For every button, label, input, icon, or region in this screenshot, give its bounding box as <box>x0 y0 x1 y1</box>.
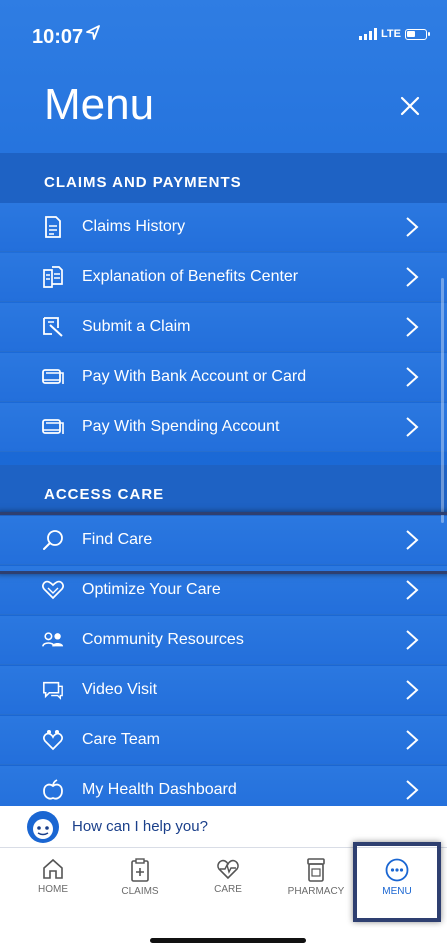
menu-item-eob-center[interactable]: Explanation of Benefits Center <box>0 253 447 302</box>
menu-item-label: Pay With Bank Account or Card <box>82 368 307 385</box>
chat-icon <box>42 679 64 701</box>
menu-item-claims-history[interactable]: Claims History <box>0 203 447 252</box>
location-arrow-icon <box>86 25 100 40</box>
people-icon <box>42 629 64 651</box>
tab-claims[interactable]: CLAIMS <box>100 858 180 897</box>
card-icon <box>42 416 64 438</box>
chevron-right-icon <box>406 317 419 337</box>
heart-icon <box>42 579 64 601</box>
documents-icon <box>42 266 64 288</box>
menu-item-pay-bank-card[interactable]: Pay With Bank Account or Card <box>0 353 447 402</box>
menu-item-video-visit[interactable]: Video Visit <box>0 666 447 715</box>
status-indicators: LTE <box>359 28 430 40</box>
tab-pharmacy[interactable]: PHARMACY <box>276 858 356 897</box>
battery-icon <box>405 28 430 40</box>
menu-item-label: Video Visit <box>82 681 158 698</box>
menu-item-label: Optimize Your Care <box>82 581 221 598</box>
menu-item-submit-claim[interactable]: Submit a Claim <box>0 303 447 352</box>
status-time: 10:07 <box>32 26 84 48</box>
chat-prompt: How can I help you? <box>72 818 208 835</box>
menu-item-health-dashboard[interactable]: My Health Dashboard <box>0 766 447 806</box>
chevron-right-icon <box>406 417 419 437</box>
tab-care[interactable]: CARE <box>188 858 268 895</box>
chevron-right-icon <box>406 780 419 800</box>
chevron-right-icon <box>406 217 419 237</box>
menu-item-care-team[interactable]: Care Team <box>0 716 447 765</box>
chevron-right-icon <box>406 367 419 387</box>
chevron-right-icon <box>406 680 419 700</box>
close-icon[interactable] <box>396 92 424 120</box>
menu-item-label: My Health Dashboard <box>82 781 237 798</box>
menu-list[interactable]: CLAIMS AND PAYMENTS Claims History Expla… <box>0 153 447 806</box>
tab-label: PHARMACY <box>287 886 345 897</box>
home-indicator[interactable] <box>150 938 306 943</box>
document-icon <box>42 216 64 238</box>
network-label: LTE <box>381 28 401 40</box>
card-icon <box>42 366 64 388</box>
find-care-highlight <box>0 512 447 574</box>
menu-tab-highlight <box>353 842 441 922</box>
tab-label: CLAIMS <box>121 886 159 897</box>
menu-item-label: Community Resources <box>82 631 244 648</box>
page-title: Menu <box>44 80 155 129</box>
heartbeat-icon <box>217 859 239 880</box>
home-icon <box>43 858 63 879</box>
care-team-icon <box>42 729 64 751</box>
chevron-right-icon <box>406 730 419 750</box>
menu-item-label: Care Team <box>82 731 160 748</box>
menu-item-label: Pay With Spending Account <box>82 418 280 435</box>
chevron-right-icon <box>406 580 419 600</box>
chevron-right-icon <box>406 630 419 650</box>
tab-home[interactable]: HOME <box>13 858 93 895</box>
menu-item-community-resources[interactable]: Community Resources <box>0 616 447 665</box>
chevron-right-icon <box>406 267 419 287</box>
app-screen: 10:07 LTE Menu CLAIMS AND PAYMENTS Claim… <box>0 0 447 950</box>
status-bar: 10:07 LTE <box>0 0 447 70</box>
tab-label: CARE <box>214 884 242 895</box>
menu-item-label: Claims History <box>82 218 186 235</box>
menu-item-label: Submit a Claim <box>82 318 191 335</box>
clipboard-icon <box>131 858 149 882</box>
tab-label: HOME <box>38 884 68 895</box>
submit-claim-icon <box>42 316 64 338</box>
assistant-avatar-icon <box>27 811 59 843</box>
scrollbar[interactable] <box>441 278 444 523</box>
apple-icon <box>42 779 64 801</box>
signal-icon <box>359 28 378 40</box>
pill-bottle-icon <box>307 858 325 882</box>
menu-item-label: Explanation of Benefits Center <box>82 268 299 285</box>
menu-item-pay-spending-account[interactable]: Pay With Spending Account <box>0 403 447 452</box>
